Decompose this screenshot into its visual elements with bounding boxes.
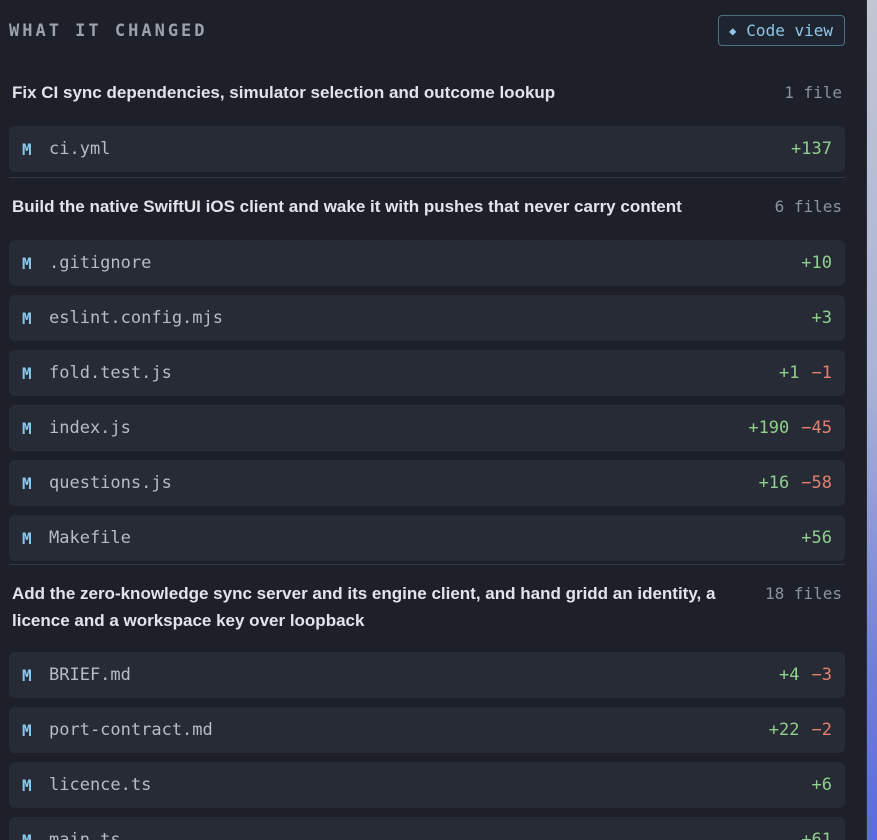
status-badge: M — [22, 139, 32, 159]
file-name: .gitignore — [49, 253, 152, 273]
status-badge: M — [22, 665, 32, 685]
status-badge: M — [22, 473, 32, 493]
commit-group: Add the zero-knowledge sync server and i… — [9, 580, 845, 840]
diamond-icon: ◆ — [729, 23, 737, 38]
file-row[interactable]: M .gitignore +10 — [9, 240, 845, 286]
lines-added: +6 — [811, 775, 832, 795]
commit-group: Build the native SwiftUI iOS client and … — [9, 193, 845, 561]
commit-group: Fix CI sync dependencies, simulator sele… — [9, 79, 845, 172]
file-name: questions.js — [49, 473, 172, 493]
section-title: WHAT IT CHANGED — [9, 21, 208, 41]
diff-stats: +190 −45 — [748, 418, 845, 438]
lines-added: +61 — [801, 830, 832, 840]
lines-added: +4 — [779, 665, 800, 685]
status-badge: M — [22, 363, 32, 383]
file-row[interactable]: M port-contract.md +22 −2 — [9, 707, 845, 753]
commit-title: Fix CI sync dependencies, simulator sele… — [12, 83, 556, 102]
file-name: Makefile — [49, 528, 131, 548]
code-view-button[interactable]: ◆ Code view — [718, 15, 845, 46]
diff-stats: +22 −2 — [769, 720, 845, 740]
status-badge: M — [22, 528, 32, 548]
file-row[interactable]: M index.js +190 −45 — [9, 405, 845, 451]
lines-removed: −1 — [811, 363, 832, 383]
file-name: main.ts — [49, 830, 121, 840]
diff-stats: +137 — [791, 139, 845, 159]
lines-added: +22 — [768, 720, 800, 740]
lines-added: +3 — [811, 308, 832, 328]
window-edge-strip — [867, 0, 877, 840]
file-name: port-contract.md — [49, 720, 213, 740]
file-name: index.js — [49, 418, 131, 438]
status-badge: M — [22, 253, 32, 273]
panel-header: WHAT IT CHANGED ◆ Code view — [0, 15, 845, 48]
file-row[interactable]: M fold.test.js +1 −1 — [9, 350, 845, 396]
file-name: licence.ts — [49, 775, 152, 795]
commit-header[interactable]: Fix CI sync dependencies, simulator sele… — [9, 79, 845, 117]
lines-added: +190 — [748, 418, 790, 438]
status-badge: M — [22, 775, 32, 795]
file-row[interactable]: M licence.ts +6 — [9, 762, 845, 808]
lines-removed: −58 — [801, 473, 832, 493]
diff-stats: +4 −3 — [779, 665, 845, 685]
lines-removed: −3 — [811, 665, 832, 685]
diff-stats: +16 −58 — [759, 473, 845, 493]
status-badge: M — [22, 418, 32, 438]
diff-stats: +10 — [801, 253, 845, 273]
lines-added: +16 — [758, 473, 790, 493]
commit-header[interactable]: Add the zero-knowledge sync server and i… — [9, 580, 845, 643]
diff-stats: +61 — [801, 830, 845, 840]
changes-panel: WHAT IT CHANGED ◆ Code view Fix CI sync … — [0, 0, 867, 840]
status-badge: M — [22, 830, 32, 840]
file-name: eslint.config.mjs — [49, 308, 223, 328]
file-row[interactable]: M ci.yml +137 — [9, 126, 845, 172]
commit-title: Add the zero-knowledge sync server and i… — [12, 584, 716, 630]
file-row[interactable]: M questions.js +16 −58 — [9, 460, 845, 506]
lines-added: +56 — [801, 528, 832, 548]
diff-stats: +1 −1 — [779, 363, 845, 383]
lines-added: +137 — [791, 139, 832, 159]
status-badge: M — [22, 720, 32, 740]
status-badge: M — [22, 308, 32, 328]
file-count: 1 file — [784, 83, 842, 102]
diff-stats: +3 — [812, 308, 845, 328]
commit-header[interactable]: Build the native SwiftUI iOS client and … — [9, 193, 845, 231]
code-view-label: Code view — [746, 21, 833, 40]
lines-added: +1 — [779, 363, 800, 383]
file-count: 18 files — [764, 584, 842, 603]
file-row[interactable]: M Makefile +56 — [9, 515, 845, 561]
file-row[interactable]: M eslint.config.mjs +3 — [9, 295, 845, 341]
file-row[interactable]: M main.ts +61 — [9, 817, 845, 840]
file-name: ci.yml — [49, 139, 111, 159]
commit-title: Build the native SwiftUI iOS client and … — [12, 197, 682, 216]
lines-added: +10 — [801, 253, 832, 273]
file-name: BRIEF.md — [49, 665, 131, 685]
diff-stats: +56 — [801, 528, 845, 548]
file-count: 6 files — [774, 197, 842, 216]
divider — [9, 177, 845, 178]
lines-removed: −2 — [811, 720, 832, 740]
file-name: fold.test.js — [49, 363, 172, 383]
file-row[interactable]: M BRIEF.md +4 −3 — [9, 652, 845, 698]
divider — [9, 564, 845, 565]
lines-removed: −45 — [801, 418, 832, 438]
diff-stats: +6 — [812, 775, 845, 795]
